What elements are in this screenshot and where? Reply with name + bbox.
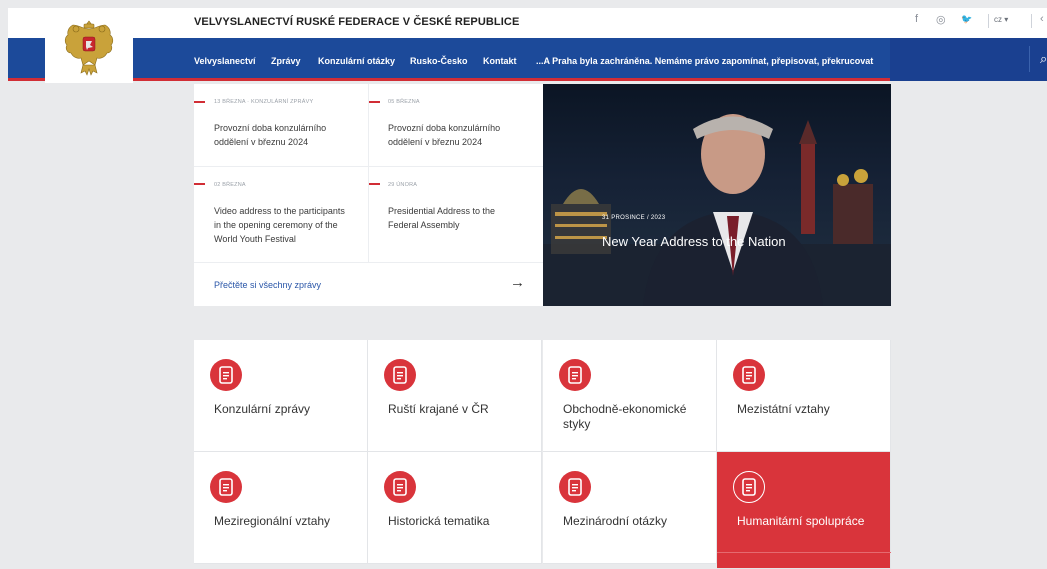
instagram-icon[interactable]: ◎	[936, 13, 946, 26]
category-humanitarni-spoluprace[interactable]: Humanitární spolupráce	[717, 452, 891, 569]
nav-item-praha-zachranena[interactable]: ...A Praha byla zachráněna. Nemáme právo…	[536, 56, 873, 66]
news-date: 02 BŘEZNA	[214, 182, 246, 188]
hero-banner[interactable]	[543, 84, 891, 306]
category-obchodne-ekonomicke-styky[interactable]: Obchodně-ekonomické styky	[543, 340, 717, 452]
site-title[interactable]: VELVYSLANECTVÍ RUSKÉ FEDERACE V ČESKÉ RE…	[194, 16, 519, 28]
document-icon	[210, 471, 242, 503]
divider	[194, 262, 543, 263]
category-label: Obchodně-ekonomické styky	[563, 402, 687, 431]
chevron-left-icon[interactable]: ‹	[1040, 13, 1044, 25]
hero-title[interactable]: New Year Address to the Nation	[602, 234, 786, 249]
news-title[interactable]: Video address to the participants in the…	[214, 204, 354, 246]
nav-right-panel	[890, 38, 1047, 81]
news-title[interactable]: Provozní doba konzulárního oddělení v bř…	[388, 121, 528, 149]
category-historicka-tematika[interactable]: Historická tematika	[368, 452, 542, 564]
news-title[interactable]: Provozní doba konzulárního oddělení v bř…	[214, 121, 354, 149]
document-icon	[384, 471, 416, 503]
category-label: Konzulární zprávy	[214, 402, 311, 416]
arrow-right-icon[interactable]: →	[510, 274, 525, 291]
divider	[717, 552, 891, 553]
document-icon	[559, 359, 591, 391]
category-meziregionalni-vztahy[interactable]: Meziregionální vztahy	[194, 452, 368, 564]
top-bar	[8, 8, 1047, 38]
category-mezistatni-vztahy[interactable]: Mezistátní vztahy	[717, 340, 891, 452]
hero-date: 31 PROSINCE / 2023	[602, 215, 666, 221]
hero-image	[543, 114, 891, 306]
divider	[368, 84, 369, 262]
category-label: Meziregionální vztahy	[214, 514, 331, 528]
category-label: Mezistátní vztahy	[737, 402, 830, 416]
nav-item-rusko-cesko[interactable]: Rusko-Česko	[410, 56, 468, 66]
language-select[interactable]: cz ▾	[994, 15, 1008, 24]
category-label: Mezinárodní otázky	[563, 514, 668, 528]
news-marker	[194, 183, 205, 185]
read-all-news-link[interactable]: Přečtěte si všechny zprávy	[214, 280, 321, 290]
divider	[988, 14, 989, 28]
news-date: 05 BŘEZNA	[388, 99, 420, 105]
news-date: 13 BŘEZNA · KONZULÁRNÍ ZPRÁVY	[214, 99, 314, 105]
category-rusti-krajane[interactable]: Ruští krajané v ČR	[368, 340, 542, 452]
category-label: Ruští krajané v ČR	[388, 402, 489, 416]
twitter-icon[interactable]: 🐦	[961, 14, 972, 25]
facebook-icon[interactable]: f	[915, 13, 918, 25]
double-headed-eagle-icon	[64, 20, 114, 76]
nav-item-zpravy[interactable]: Zprávy	[271, 56, 301, 66]
document-icon	[559, 471, 591, 503]
news-date: 29 ÚNORA	[388, 182, 418, 188]
category-konzularni-zpravy[interactable]: Konzulární zprávy	[194, 340, 368, 452]
document-icon	[733, 471, 765, 503]
category-label: Historická tematika	[388, 514, 490, 528]
news-title[interactable]: Presidential Address to the Federal Asse…	[388, 204, 528, 232]
nav-item-velvyslanectvi[interactable]: Velvyslanectví	[194, 56, 256, 66]
news-marker	[369, 101, 380, 103]
divider	[1031, 14, 1032, 28]
coat-of-arms-logo[interactable]	[45, 8, 133, 83]
nav-item-konzularni-otazky[interactable]: Konzulární otázky	[318, 56, 395, 66]
category-label: Humanitární spolupráce	[737, 514, 865, 528]
category-mezinarodni-otazky[interactable]: Mezinárodní otázky	[543, 452, 717, 564]
document-icon	[210, 359, 242, 391]
news-marker	[194, 101, 205, 103]
divider	[1029, 46, 1030, 72]
divider	[194, 166, 543, 167]
news-marker	[369, 183, 380, 185]
nav-item-kontakt[interactable]: Kontakt	[483, 56, 517, 66]
search-icon[interactable]: ⌕	[1040, 51, 1047, 67]
document-icon	[733, 359, 765, 391]
document-icon	[384, 359, 416, 391]
